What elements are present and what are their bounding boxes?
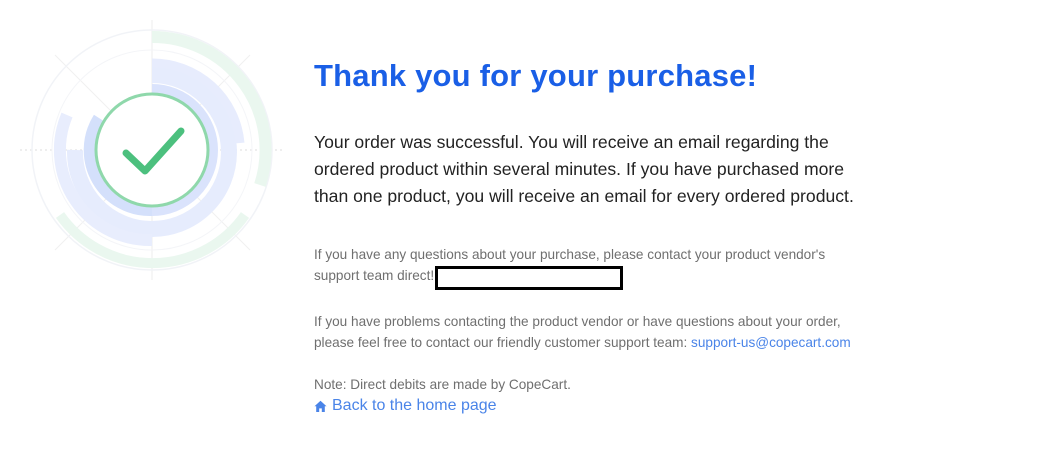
back-home-link[interactable]: Back to the home page [314, 395, 497, 417]
support-email-link[interactable]: support-us@copecart.com [691, 335, 851, 350]
order-success-message: Your order was successful. You will rece… [314, 132, 854, 206]
back-home-label: Back to the home page [332, 397, 497, 414]
vendor-contact-note: If you have any questions about your pur… [314, 244, 874, 290]
page-title: Thank you for your purchase! [314, 58, 758, 93]
success-illustration [15, 15, 290, 285]
confirmation-content: Thank you for your purchase! Your order … [314, 56, 874, 418]
redacted-box [435, 266, 624, 290]
success-check-graphic [20, 20, 285, 280]
direct-debit-note: Note: Direct debits are made by CopeCart… [314, 377, 571, 392]
purchase-confirmation-page: Thank you for your purchase! Your order … [0, 0, 1037, 459]
support-contact-note: If you have problems contacting the prod… [314, 311, 874, 353]
home-icon [314, 400, 327, 412]
